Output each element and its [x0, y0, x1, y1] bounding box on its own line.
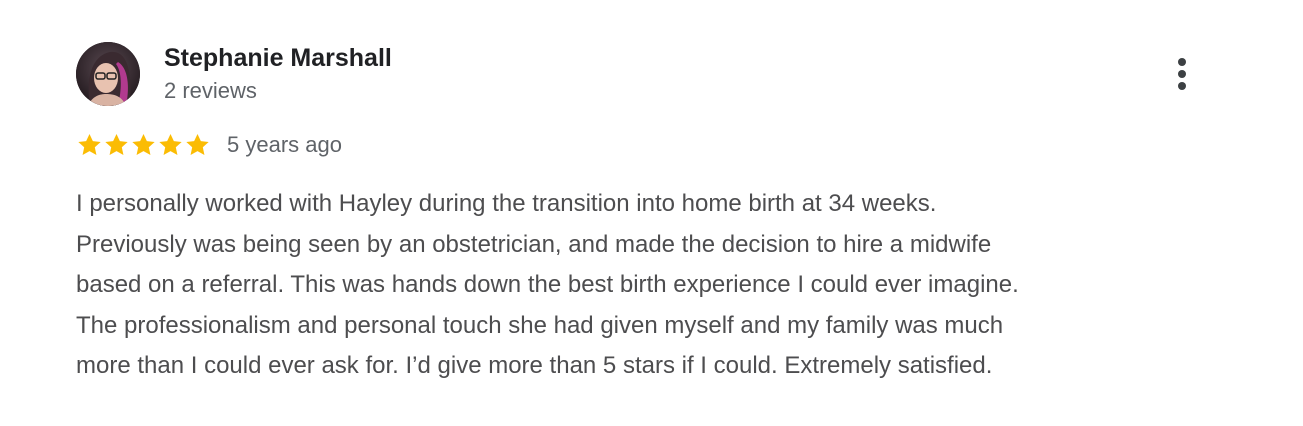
reviewer-name[interactable]: Stephanie Marshall [164, 44, 392, 73]
star-icon [159, 133, 182, 155]
more-vert-icon-dot-2 [1178, 70, 1186, 78]
rating-row: 5 years ago [76, 131, 342, 159]
star-icon [78, 133, 101, 155]
star-icon [105, 133, 128, 155]
review-card: Stephanie Marshall 2 reviews 5 years ago… [0, 0, 1303, 426]
star-icon [186, 133, 209, 155]
star-icon [132, 133, 155, 155]
more-vert-icon-dot-3 [1178, 82, 1186, 90]
star-rating [76, 132, 211, 158]
reviewer-review-count[interactable]: 2 reviews [164, 78, 257, 104]
more-options-button[interactable] [1164, 54, 1200, 94]
review-date: 5 years ago [227, 132, 342, 157]
reviewer-avatar[interactable] [76, 42, 140, 106]
more-vert-icon-dot-1 [1178, 58, 1186, 66]
review-text: I personally worked with Hayley during t… [76, 190, 1019, 379]
